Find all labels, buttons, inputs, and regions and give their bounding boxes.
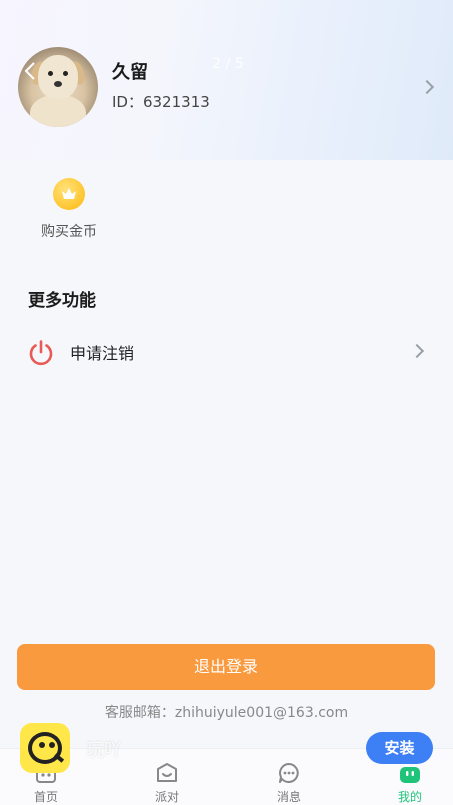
avatar-dog-eye	[63, 71, 68, 76]
buy-coins-label: 购买金币	[41, 224, 97, 240]
back-arrow-icon[interactable]	[22, 60, 38, 82]
promo-app-name: 玩吖	[86, 740, 122, 761]
menu-item-label: 申请注销	[70, 344, 135, 363]
tab-messages[interactable]: 消息	[249, 749, 329, 805]
message-icon	[277, 761, 301, 789]
chevron-right-icon	[409, 343, 425, 359]
avatar-dog-eye	[48, 71, 53, 76]
crown-icon	[53, 178, 85, 210]
contact-email: 客服邮箱：zhihuiyule001@163.com	[104, 705, 349, 721]
more-features-title: 更多功能	[28, 291, 96, 311]
menu-item-cancel-account[interactable]: 申请注销	[0, 330, 453, 374]
user-id: ID：6321313	[112, 93, 210, 111]
party-icon	[155, 761, 179, 789]
buy-coins-button[interactable]: 购买金币	[32, 175, 106, 241]
promo-app-icon[interactable]	[20, 723, 70, 773]
avatar-dog-body	[30, 95, 86, 127]
tab-party[interactable]: 派对	[127, 749, 207, 805]
profile-icon	[398, 761, 422, 789]
app-logo-tail	[53, 753, 65, 763]
username: 久留	[112, 62, 148, 83]
tab-party-label: 派对	[154, 790, 179, 804]
avatar-dog-nose	[54, 81, 62, 87]
tab-messages-label: 消息	[276, 790, 301, 804]
app-logo-eye	[49, 742, 55, 748]
tab-profile-label: 我的	[397, 790, 422, 804]
avatar[interactable]	[18, 47, 98, 127]
tab-home-label: 首页	[33, 790, 58, 804]
logout-button[interactable]: 退出登录	[17, 644, 435, 690]
image-page-indicator: 2 / 5	[212, 56, 244, 72]
power-icon	[27, 339, 55, 371]
install-button[interactable]: 安装	[366, 732, 433, 764]
app-logo-eye	[39, 742, 45, 748]
avatar-dog-head	[38, 55, 78, 99]
